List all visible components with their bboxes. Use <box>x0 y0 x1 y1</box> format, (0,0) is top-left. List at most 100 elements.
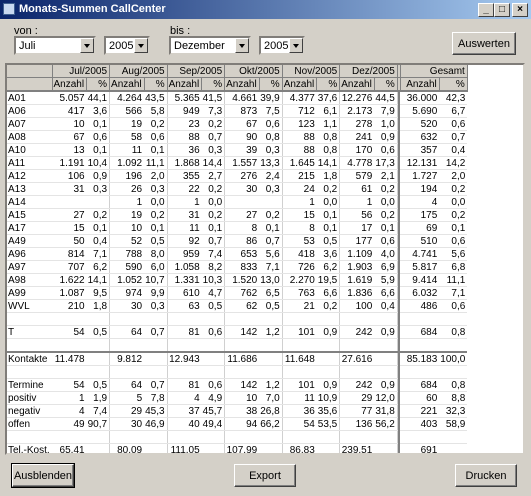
percent-cell: 0,1 <box>86 117 111 131</box>
total-count-cell: 221 <box>400 404 440 418</box>
count-cell: 1.331 <box>167 273 202 287</box>
table-row[interactable] <box>7 338 468 353</box>
table-row[interactable]: A01 5.057 44,1 4.264 43,5 5.365 41,5 4.661 39,9 4… <box>7 91 468 105</box>
bis-year-value: 2005 <box>264 40 289 52</box>
percent-cell: 0,3 <box>144 299 168 313</box>
percent-cell: 4,9 <box>201 391 226 405</box>
count-cell <box>282 312 317 326</box>
percent-cell <box>259 195 283 209</box>
count-cell: 15 <box>282 208 317 222</box>
minimize-button[interactable]: _ <box>478 3 494 17</box>
ausblenden-label: Ausblenden <box>13 470 73 482</box>
total-count-cell: 12.131 <box>400 156 440 170</box>
table-row[interactable]: A99 1.087 9,5 974 9,9 610 4,7 762 6,5 763 6,6 1.836… <box>7 286 468 300</box>
count-cell: 38 <box>224 404 260 418</box>
table-row[interactable]: A98 1.622 14,1 1.052 10,7 1.331 10,3 1.520 13,0 2… <box>7 273 468 287</box>
table-row[interactable]: A49 50 0,4 52 0,5 92 0,7 86 0,7 53 0,5 177 0,6 510 0,6 <box>7 234 468 248</box>
count-cell: 53 <box>282 234 317 248</box>
percent-cell <box>86 443 111 453</box>
percent-cell: 6,6 <box>374 286 398 300</box>
percent-cell: 0,1 <box>316 221 341 235</box>
total-percent-cell: 100,0 <box>439 351 468 366</box>
count-cell <box>282 365 317 379</box>
table-row[interactable]: Termine 54 0,5 64 0,7 81 0,6 142 1,2 101 0,9 242 0,9… <box>7 378 468 392</box>
total-percent-cell: 0,6 <box>439 234 468 248</box>
table-row[interactable]: T 54 0,5 64 0,7 81 0,6 142 1,2 101 0,9 242 0,9 684 0,8 <box>7 325 468 339</box>
percent-cell: 2,1 <box>374 169 398 183</box>
table-row[interactable]: A96 814 7,1 788 8,0 959 7,4 653 5,6 418 3,6 1.109 4,… <box>7 247 468 261</box>
table-row[interactable]: Tel.-Kost. 65,41 80,09 111,05 107,99 86,83 239… <box>7 443 468 453</box>
table-row[interactable] <box>7 312 468 326</box>
table-row[interactable] <box>7 430 468 444</box>
row-label: A06 <box>7 104 52 118</box>
table-row[interactable]: offen 49 90,7 30 46,9 40 49,4 94 66,2 54 53,5 136 56… <box>7 417 468 431</box>
table-row[interactable]: A17 15 0,1 10 0,1 11 0,1 8 0,1 8 0,1 17 0,1 69 0,1 <box>7 221 468 235</box>
percent-cell: 44,5 <box>374 91 398 105</box>
maximize-button[interactable]: □ <box>494 3 510 17</box>
bis-month-select[interactable]: Dezember <box>169 36 251 55</box>
total-percent-cell: 0,8 <box>439 378 468 392</box>
count-cell: 101 <box>282 378 317 392</box>
chevron-down-icon[interactable] <box>80 38 94 53</box>
row-label: A11 <box>7 156 52 170</box>
percent-cell <box>86 312 111 326</box>
percent-cell: 14,1 <box>316 156 341 170</box>
close-button[interactable]: × <box>512 3 528 17</box>
percent-cell: 0,1 <box>259 221 283 235</box>
table-row[interactable]: negativ 4 7,4 29 45,3 37 45,7 38 26,8 36 35,6 77 31,… <box>7 404 468 418</box>
percent-cell: 9,9 <box>144 286 168 300</box>
percent-cell: 14,4 <box>201 156 226 170</box>
table-row[interactable]: A11 1.191 10,4 1.092 11,1 1.868 14,4 1.557 13,3 1… <box>7 156 468 170</box>
chevron-down-icon[interactable] <box>235 38 249 53</box>
count-cell: 54 <box>282 417 317 431</box>
percent-cell <box>316 351 341 366</box>
chevron-down-icon[interactable] <box>289 38 303 53</box>
row-label: A13 <box>7 182 52 196</box>
table-row[interactable] <box>7 365 468 379</box>
von-month-select[interactable]: Juli <box>14 36 96 55</box>
percent-cell <box>144 430 168 444</box>
percent-cell: 7,1 <box>86 247 111 261</box>
table-row[interactable]: Kontakte 11.478 9.812 12.943 11.686 11.648 27.… <box>7 351 468 366</box>
auswerten-button[interactable]: Auswerten <box>452 32 516 55</box>
total-percent-cell: 8,8 <box>439 391 468 405</box>
total-count-cell: 403 <box>400 417 440 431</box>
table-row[interactable]: WVL 210 1,8 30 0,3 63 0,5 62 0,5 21 0,2 100 0,4 486 0,… <box>7 299 468 313</box>
chevron-down-icon[interactable] <box>134 38 148 53</box>
percent-cell: 43,5 <box>144 91 168 105</box>
table-row[interactable]: A13 31 0,3 26 0,3 22 0,2 30 0,3 24 0,2 61 0,2 194 0,2 <box>7 182 468 196</box>
table-row[interactable]: A12 106 0,9 196 2,0 355 2,7 276 2,4 215 1,8 579 2,1 1… <box>7 169 468 183</box>
count-cell: 1.557 <box>224 156 260 170</box>
count-cell: 1.092 <box>109 156 145 170</box>
percent-cell: 7,8 <box>144 391 168 405</box>
table-row[interactable]: A07 10 0,1 19 0,2 23 0,2 67 0,6 123 1,1 278 1,0 520 0,… <box>7 117 468 131</box>
count-cell: 788 <box>109 247 145 261</box>
month-header: Sep/2005 <box>167 65 226 78</box>
percent-cell: 0,1 <box>201 221 226 235</box>
table-row[interactable]: A97 707 6,2 590 6,0 1.058 8,2 833 7,1 726 6,2 1.903… <box>7 260 468 274</box>
percent-cell: 2,7 <box>201 169 226 183</box>
bis-year-select[interactable]: 2005 <box>259 36 305 55</box>
ausblenden-button[interactable]: Ausblenden <box>11 463 75 488</box>
percent-cell: 12,0 <box>374 391 398 405</box>
row-label: positiv <box>7 391 52 405</box>
table-row[interactable]: A14 1 0,0 1 0,0 1 0,0 1 0,0 4 0,0 <box>7 195 468 209</box>
table-row[interactable]: A08 67 0,6 58 0,6 88 0,7 90 0,8 88 0,8 241 0,9 632 0,7 <box>7 130 468 144</box>
data-grid[interactable]: Jul/2005 Aug/2005 Sep/2005 Okt/2005 Nov/2005… <box>5 63 525 455</box>
export-button[interactable]: Export <box>234 464 296 487</box>
total-count-cell: 684 <box>400 378 440 392</box>
table-row[interactable]: A15 27 0,2 19 0,2 31 0,2 27 0,2 15 0,1 56 0,2 175 0,2 <box>7 208 468 222</box>
drucken-button[interactable]: Drucken <box>455 464 517 487</box>
table-row[interactable]: positiv 1 1,9 5 7,8 4 4,9 10 7,0 11 10,9 29 12,0 60 8,… <box>7 391 468 405</box>
percent-cell: 0,3 <box>144 182 168 196</box>
percent-cell: 0,0 <box>316 195 341 209</box>
count-cell: 13 <box>52 143 87 157</box>
table-row[interactable]: A10 13 0,1 11 0,1 36 0,3 39 0,3 88 0,8 170 0,6 357 0,4 <box>7 143 468 157</box>
count-cell: 62 <box>224 299 260 313</box>
count-cell: 30 <box>109 417 145 431</box>
count-cell: 177 <box>339 234 375 248</box>
von-year-select[interactable]: 2005 <box>104 36 150 55</box>
count-cell: 215 <box>282 169 317 183</box>
table-row[interactable]: A06 417 3,6 566 5,8 949 7,3 873 7,5 712 6,1 2.173 7,… <box>7 104 468 118</box>
percent-cell <box>201 338 226 353</box>
